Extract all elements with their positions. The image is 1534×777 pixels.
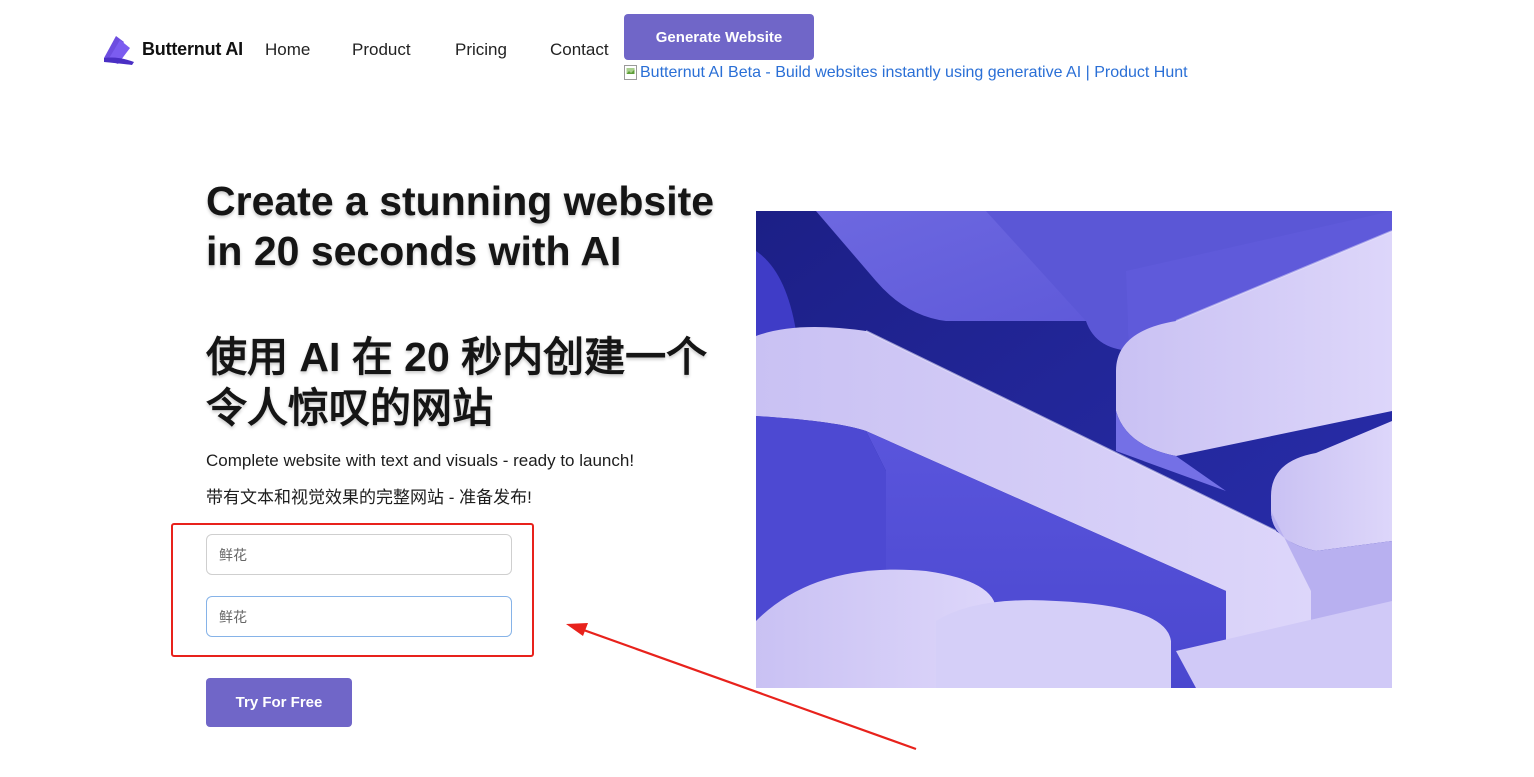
broken-image-icon (624, 65, 638, 81)
hero-title-zh: 使用 AI 在 20 秒内创建一个令人惊叹的网站 (206, 334, 708, 431)
nav-contact[interactable]: Contact (550, 40, 609, 60)
hero-image (756, 211, 1392, 688)
brand-name: Butternut AI (142, 38, 243, 59)
logo-icon (104, 36, 134, 65)
product-hunt-badge-link[interactable]: Butternut AI Beta - Build websites insta… (624, 64, 1188, 82)
hero-subtitle-en: Complete website with text and visuals -… (206, 451, 635, 470)
product-hunt-alt-text: Butternut AI Beta - Build websites insta… (640, 64, 1188, 81)
business-type-input[interactable] (206, 596, 512, 637)
hero-subtitle-zh: 带有文本和视觉效果的完整网站 - 准备发布! (206, 488, 532, 507)
hero-title-en: Create a stunning website in 20 seconds … (206, 178, 715, 274)
try-for-free-button[interactable]: Try For Free (206, 678, 352, 727)
nav-home[interactable]: Home (265, 40, 310, 60)
generate-website-button[interactable]: Generate Website (624, 14, 814, 60)
nav-pricing[interactable]: Pricing (455, 40, 507, 60)
nav-product[interactable]: Product (352, 40, 411, 60)
brand-logo[interactable]: Butternut AI (102, 32, 243, 66)
business-name-input[interactable] (206, 534, 512, 575)
